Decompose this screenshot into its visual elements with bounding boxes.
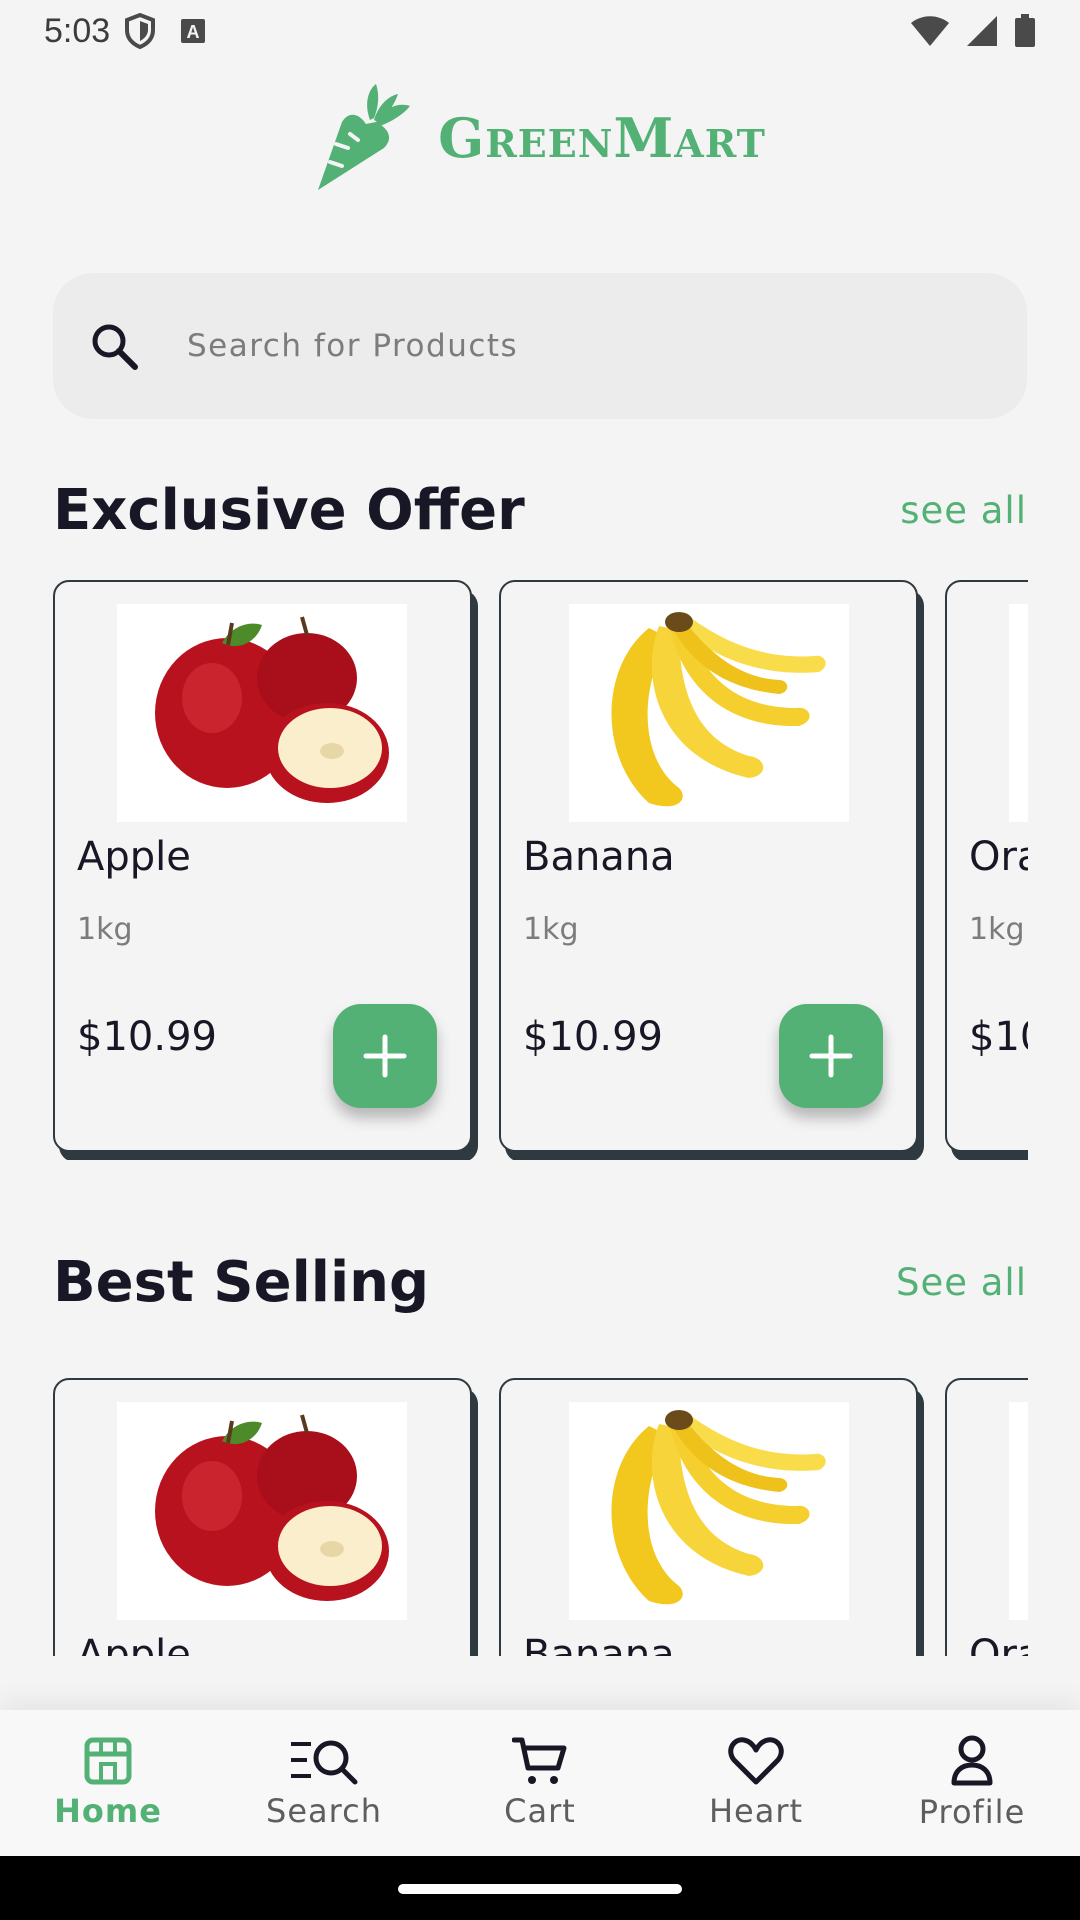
add-to-cart-button[interactable] [779, 1004, 883, 1108]
best-selling-list[interactable]: Apple Banana Orange [53, 1378, 1028, 1656]
nav-item-heart[interactable]: Heart [666, 1736, 846, 1830]
product-image-apple [117, 1402, 407, 1620]
nav-item-home[interactable]: Home [18, 1736, 198, 1830]
banana-image [611, 612, 826, 807]
product-image-orange [1009, 1402, 1028, 1620]
product-card-orange[interactable]: Orange 1kg $10.99 [945, 580, 1028, 1152]
nav-label: Cart [504, 1792, 576, 1830]
brand-logo: GreenMart [0, 78, 1080, 198]
bottom-nav: Home Search Cart Heart Profile [0, 1710, 1080, 1856]
product-name: Apple [77, 1632, 191, 1656]
exclusive-offer-list[interactable]: Apple 1kg $10.99 Banana 1kg $10.99 Or 1k… [53, 580, 1028, 1160]
nav-label: Home [54, 1792, 162, 1830]
nav-label: Profile [918, 1793, 1026, 1831]
keyboard-a-icon: A [181, 19, 206, 43]
nav-item-profile[interactable]: Profile [882, 1735, 1062, 1831]
product-unit: 1kg [77, 912, 133, 947]
exclusive-offer-header: Exclusive Offer see all [53, 478, 1027, 543]
product-name: Orange [969, 1632, 1028, 1656]
product-unit: 1kg [523, 912, 579, 947]
product-card-apple[interactable]: Apple 1kg $10.99 [53, 580, 472, 1152]
search-list-icon [291, 1740, 358, 1785]
wifi-icon [911, 16, 949, 46]
product-unit: 1kg [969, 912, 1025, 947]
nav-label: Heart [708, 1792, 804, 1830]
banana-image [611, 1410, 826, 1605]
product-image-banana [569, 1402, 849, 1620]
apple-image [155, 616, 389, 803]
section-title-exclusive: Exclusive Offer [53, 478, 525, 543]
battery-icon [1015, 14, 1035, 47]
nav-item-cart[interactable]: Cart [450, 1736, 630, 1830]
product-image-banana [569, 604, 849, 822]
apple-image [155, 1414, 389, 1601]
carrot-icon [318, 84, 411, 190]
store-icon [84, 1737, 132, 1785]
brand-name: GreenMart [438, 106, 766, 170]
product-name: Orange [969, 834, 1028, 880]
product-name: Apple [77, 834, 191, 880]
search-icon [92, 324, 138, 370]
status-time: 5:03 [44, 11, 111, 50]
product-price: $10.99 [523, 1014, 663, 1060]
product-image-apple [117, 604, 407, 822]
add-to-cart-button[interactable] [333, 1004, 437, 1108]
svg-text:A: A [187, 22, 200, 42]
status-bar: 5:03 A [0, 0, 1080, 62]
nav-label: Search [266, 1792, 382, 1830]
section-title-best-selling: Best Selling [53, 1250, 430, 1315]
cart-icon [512, 1737, 567, 1784]
plus-icon [809, 1034, 853, 1078]
user-icon [951, 1735, 993, 1786]
product-card-banana[interactable]: Banana 1kg $10.99 [499, 580, 918, 1152]
nav-item-search[interactable]: Search [234, 1736, 414, 1830]
product-card-apple[interactable]: Apple [53, 1378, 472, 1656]
product-name: Banana [523, 1632, 675, 1656]
best-selling-header: Best Selling See all [53, 1250, 1027, 1315]
product-card-banana[interactable]: Banana [499, 1378, 918, 1656]
search-bar[interactable] [53, 273, 1027, 419]
product-name: Banana [523, 834, 675, 880]
heart-icon [728, 1737, 784, 1785]
shield-icon [125, 13, 156, 49]
search-input[interactable] [187, 328, 947, 364]
product-card-orange[interactable]: Orange [945, 1378, 1028, 1656]
product-image-orange [1009, 604, 1028, 822]
signal-icon [967, 16, 997, 46]
plus-icon [363, 1034, 407, 1078]
product-price: $10.99 [969, 1014, 1028, 1060]
product-price: $10.99 [77, 1014, 217, 1060]
see-all-best-selling-link[interactable]: See all [896, 1261, 1027, 1304]
home-gesture-handle[interactable] [398, 1884, 682, 1894]
see-all-exclusive-link[interactable]: see all [900, 489, 1027, 532]
